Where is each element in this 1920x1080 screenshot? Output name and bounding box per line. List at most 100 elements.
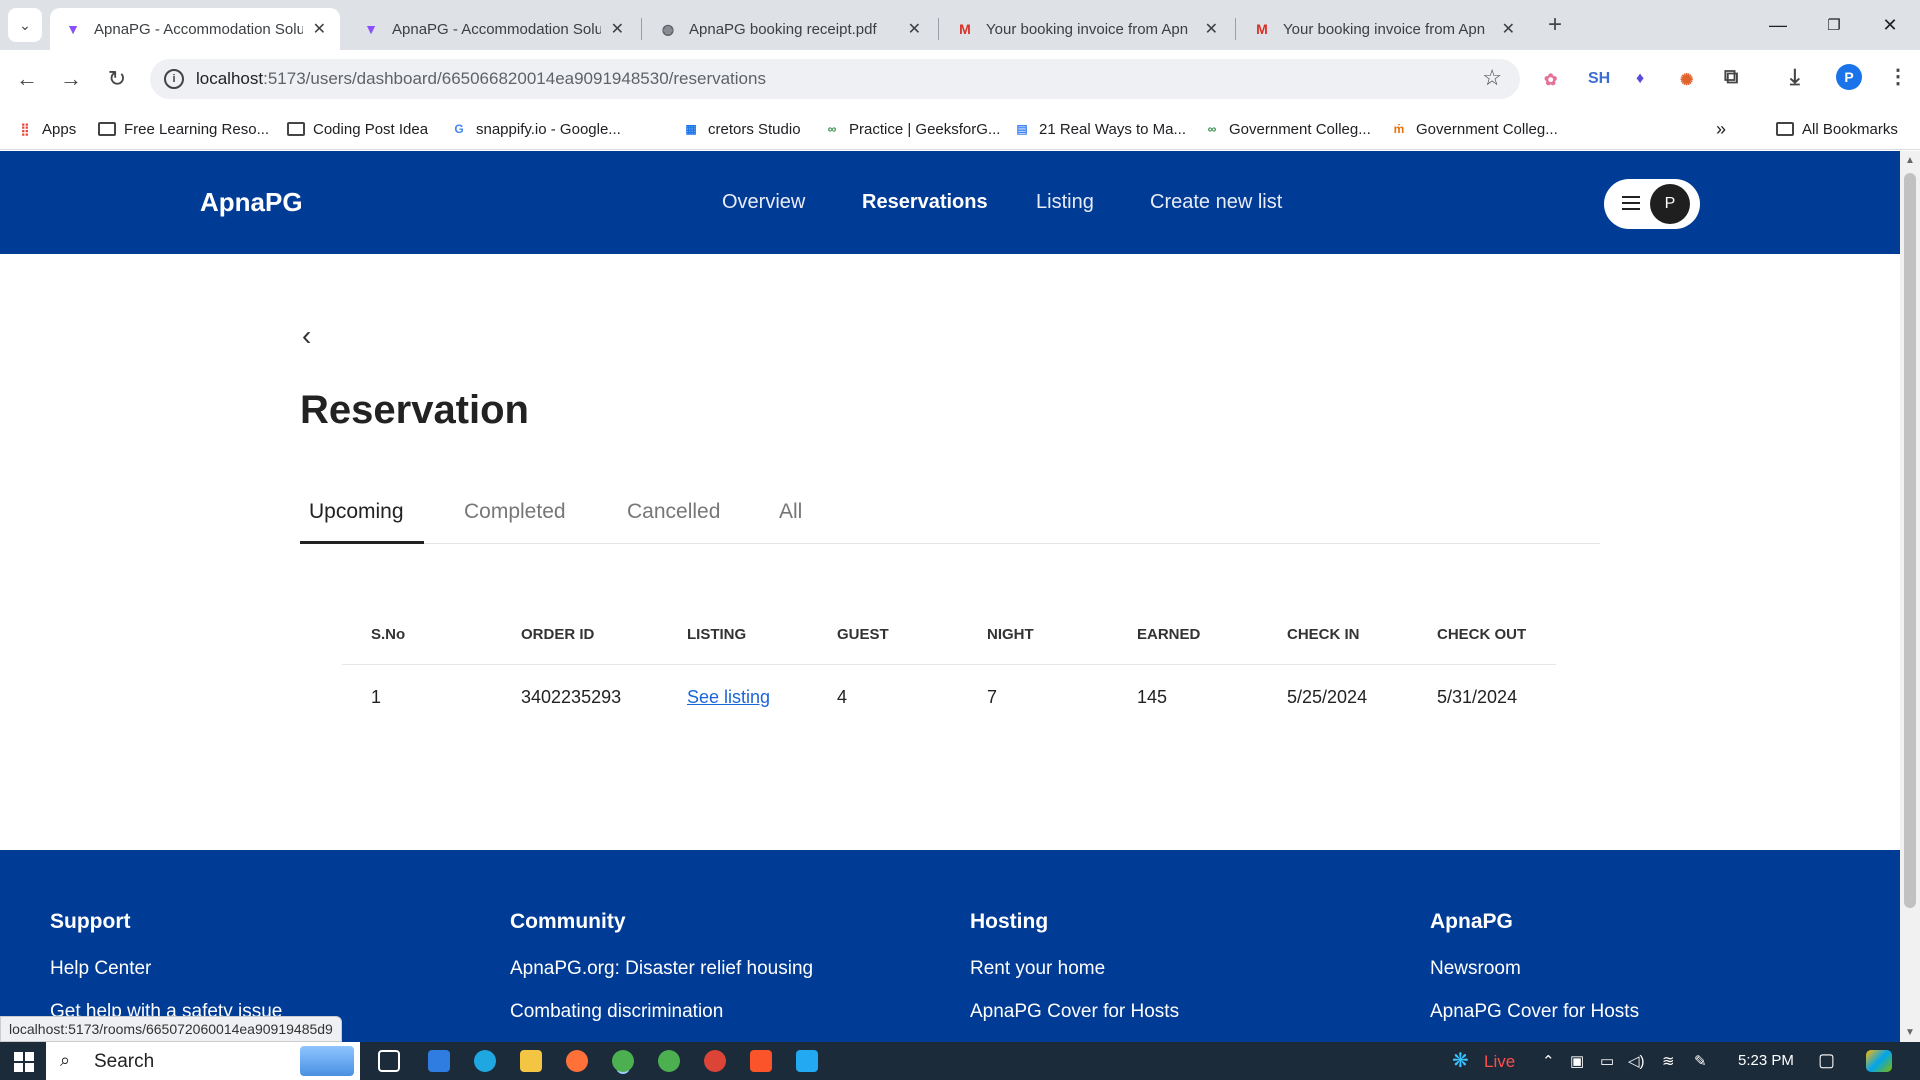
- browser-tab[interactable]: M Your booking invoice from Apn ✕: [942, 8, 1232, 50]
- tab-upcoming[interactable]: Upcoming: [309, 500, 404, 524]
- docs-icon: ▤: [1016, 122, 1028, 136]
- profile-avatar[interactable]: P: [1836, 64, 1862, 90]
- chrome-icon[interactable]: [658, 1050, 680, 1072]
- copilot-icon[interactable]: [1866, 1050, 1892, 1072]
- footer-link[interactable]: Newsroom: [1430, 958, 1639, 980]
- all-bookmarks[interactable]: All Bookmarks: [1776, 116, 1898, 142]
- extensions-puzzle-icon[interactable]: ⧉: [1724, 66, 1738, 89]
- cell-guest: 4: [837, 687, 848, 707]
- footer-link[interactable]: Combating discrimination: [510, 1001, 813, 1023]
- back-chevron-icon[interactable]: ‹: [302, 320, 311, 352]
- volume-icon[interactable]: ◁): [1628, 1052, 1645, 1070]
- wifi-icon[interactable]: ≋: [1662, 1052, 1675, 1070]
- bookmark-item[interactable]: Coding Post Idea: [287, 116, 428, 142]
- close-tab-icon[interactable]: ✕: [908, 19, 921, 39]
- bookmark-item[interactable]: ∞ Government Colleg...: [1203, 116, 1371, 142]
- browser-tab[interactable]: ◍ ApnaPG booking receipt.pdf ✕: [645, 8, 935, 50]
- close-tab-icon[interactable]: ✕: [1205, 19, 1218, 39]
- task-view-icon[interactable]: [378, 1050, 400, 1072]
- browser-tab[interactable]: ▼ ApnaPG - Accommodation Solu ✕: [50, 8, 340, 50]
- extension-flame-icon[interactable]: ♦: [1636, 70, 1644, 88]
- bookmark-apps[interactable]: ⣿ Apps: [16, 116, 77, 142]
- clock-time[interactable]: 5:23 PM: [1738, 1052, 1794, 1069]
- weather-icon[interactable]: ❋: [1452, 1048, 1469, 1073]
- reload-icon[interactable]: ↻: [100, 62, 134, 96]
- tab-cancelled[interactable]: Cancelled: [627, 500, 720, 524]
- bookmark-item[interactable]: ▦ cretors Studio: [682, 116, 800, 142]
- site-footer: Support Help Center Get help with a safe…: [0, 850, 1900, 1042]
- mail-app-icon[interactable]: [428, 1050, 450, 1072]
- pen-icon[interactable]: ✎: [1694, 1052, 1707, 1070]
- tray-device-icon[interactable]: ▣: [1570, 1052, 1584, 1070]
- browser-tab[interactable]: M Your booking invoice from Apn ✕: [1239, 8, 1529, 50]
- edge-icon[interactable]: [474, 1050, 496, 1072]
- tab-separator: [1235, 18, 1236, 40]
- close-tab-icon[interactable]: ✕: [313, 19, 326, 39]
- file-explorer-icon[interactable]: [520, 1050, 542, 1072]
- nav-listing[interactable]: Listing: [1036, 191, 1094, 214]
- footer-link[interactable]: ApnaPG Cover for Hosts: [1430, 1001, 1639, 1023]
- close-window-icon[interactable]: ✕: [1862, 0, 1918, 50]
- download-icon[interactable]: ⤓: [1790, 64, 1800, 90]
- site-info-icon[interactable]: i: [164, 69, 184, 89]
- footer-link[interactable]: Help Center: [50, 958, 282, 980]
- bookmark-item[interactable]: Free Learning Reso...: [98, 116, 269, 142]
- bookmark-star-icon[interactable]: ☆: [1482, 65, 1502, 91]
- tab-completed[interactable]: Completed: [464, 500, 566, 524]
- chrome-icon[interactable]: [612, 1050, 634, 1072]
- notification-icon[interactable]: ▢: [1818, 1050, 1835, 1071]
- bookmark-item[interactable]: ṁ Government Colleg...: [1390, 116, 1558, 142]
- footer-link[interactable]: ApnaPG.org: Disaster relief housing: [510, 958, 813, 980]
- folder-icon: [98, 121, 116, 137]
- footer-link[interactable]: ApnaPG Cover for Hosts: [970, 1001, 1179, 1023]
- vscode-icon[interactable]: [796, 1050, 818, 1072]
- battery-icon[interactable]: ▭: [1600, 1052, 1614, 1070]
- footer-link[interactable]: Rent your home: [970, 958, 1179, 980]
- tab-all[interactable]: All: [779, 500, 802, 524]
- extension-sh[interactable]: SH: [1588, 70, 1610, 88]
- extension-flower-icon[interactable]: ✿: [1544, 70, 1557, 90]
- column-header: CHECK OUT: [1437, 626, 1527, 643]
- bookmark-item[interactable]: ▤ 21 Real Ways to Ma...: [1013, 116, 1186, 142]
- nav-reservations[interactable]: Reservations: [862, 191, 988, 214]
- app-logo[interactable]: ApnaPG: [200, 187, 303, 218]
- nav-create-new-list[interactable]: Create new list: [1150, 191, 1282, 214]
- nav-overview[interactable]: Overview: [722, 191, 805, 214]
- taskbar-search[interactable]: ⌕ Search: [46, 1042, 360, 1080]
- tray-chevron-icon[interactable]: ⌃: [1542, 1052, 1555, 1070]
- avatar: P: [1650, 184, 1690, 224]
- footer-heading: Community: [510, 910, 626, 933]
- table-header: S.No ORDER ID LISTING GUEST NIGHT EARNED…: [342, 610, 1556, 665]
- tab-separator: [938, 18, 939, 40]
- scrollbar-thumb[interactable]: [1904, 173, 1916, 908]
- scroll-down-icon[interactable]: ▼: [1905, 1027, 1915, 1038]
- column-header: CHECK IN: [1287, 626, 1360, 643]
- extension-color-icon[interactable]: ✺: [1680, 70, 1693, 90]
- user-menu-button[interactable]: P: [1604, 179, 1700, 229]
- more-bookmarks-icon[interactable]: »: [1716, 116, 1726, 142]
- close-tab-icon[interactable]: ✕: [1502, 19, 1515, 39]
- new-tab-button[interactable]: +: [1538, 8, 1572, 42]
- hamburger-menu-icon: [1622, 196, 1640, 210]
- scroll-up-icon[interactable]: ▲: [1905, 155, 1915, 166]
- browser-tab[interactable]: ▼ ApnaPG - Accommodation Solu ✕: [348, 8, 638, 50]
- google-icon: G: [454, 122, 464, 136]
- url-text[interactable]: localhost:5173/users/dashboard/665066820…: [196, 69, 766, 89]
- windows-start-icon[interactable]: [14, 1052, 34, 1072]
- forward-arrow-icon[interactable]: →: [54, 62, 88, 96]
- tab-search-button[interactable]: ⌄: [8, 8, 42, 42]
- close-tab-icon[interactable]: ✕: [611, 19, 624, 39]
- brave-icon[interactable]: [750, 1050, 772, 1072]
- address-bar[interactable]: i localhost:5173/users/dashboard/6650668…: [150, 59, 1520, 99]
- see-listing-link[interactable]: See listing: [687, 687, 770, 708]
- firefox-icon[interactable]: [566, 1050, 588, 1072]
- live-label[interactable]: Live: [1484, 1052, 1515, 1072]
- restore-icon[interactable]: ❐: [1806, 0, 1862, 50]
- page-scrollbar[interactable]: ▲ ▼: [1900, 151, 1920, 1042]
- minimize-icon[interactable]: —: [1750, 0, 1806, 50]
- browser-menu-icon[interactable]: ⋮: [1888, 64, 1908, 89]
- bookmark-item[interactable]: Gsnappify.io - Google...: [450, 116, 620, 142]
- chrome-icon[interactable]: [704, 1050, 726, 1072]
- bookmark-item[interactable]: ∞ Practice | GeeksforG...: [823, 116, 1001, 142]
- back-arrow-icon[interactable]: ←: [10, 62, 44, 96]
